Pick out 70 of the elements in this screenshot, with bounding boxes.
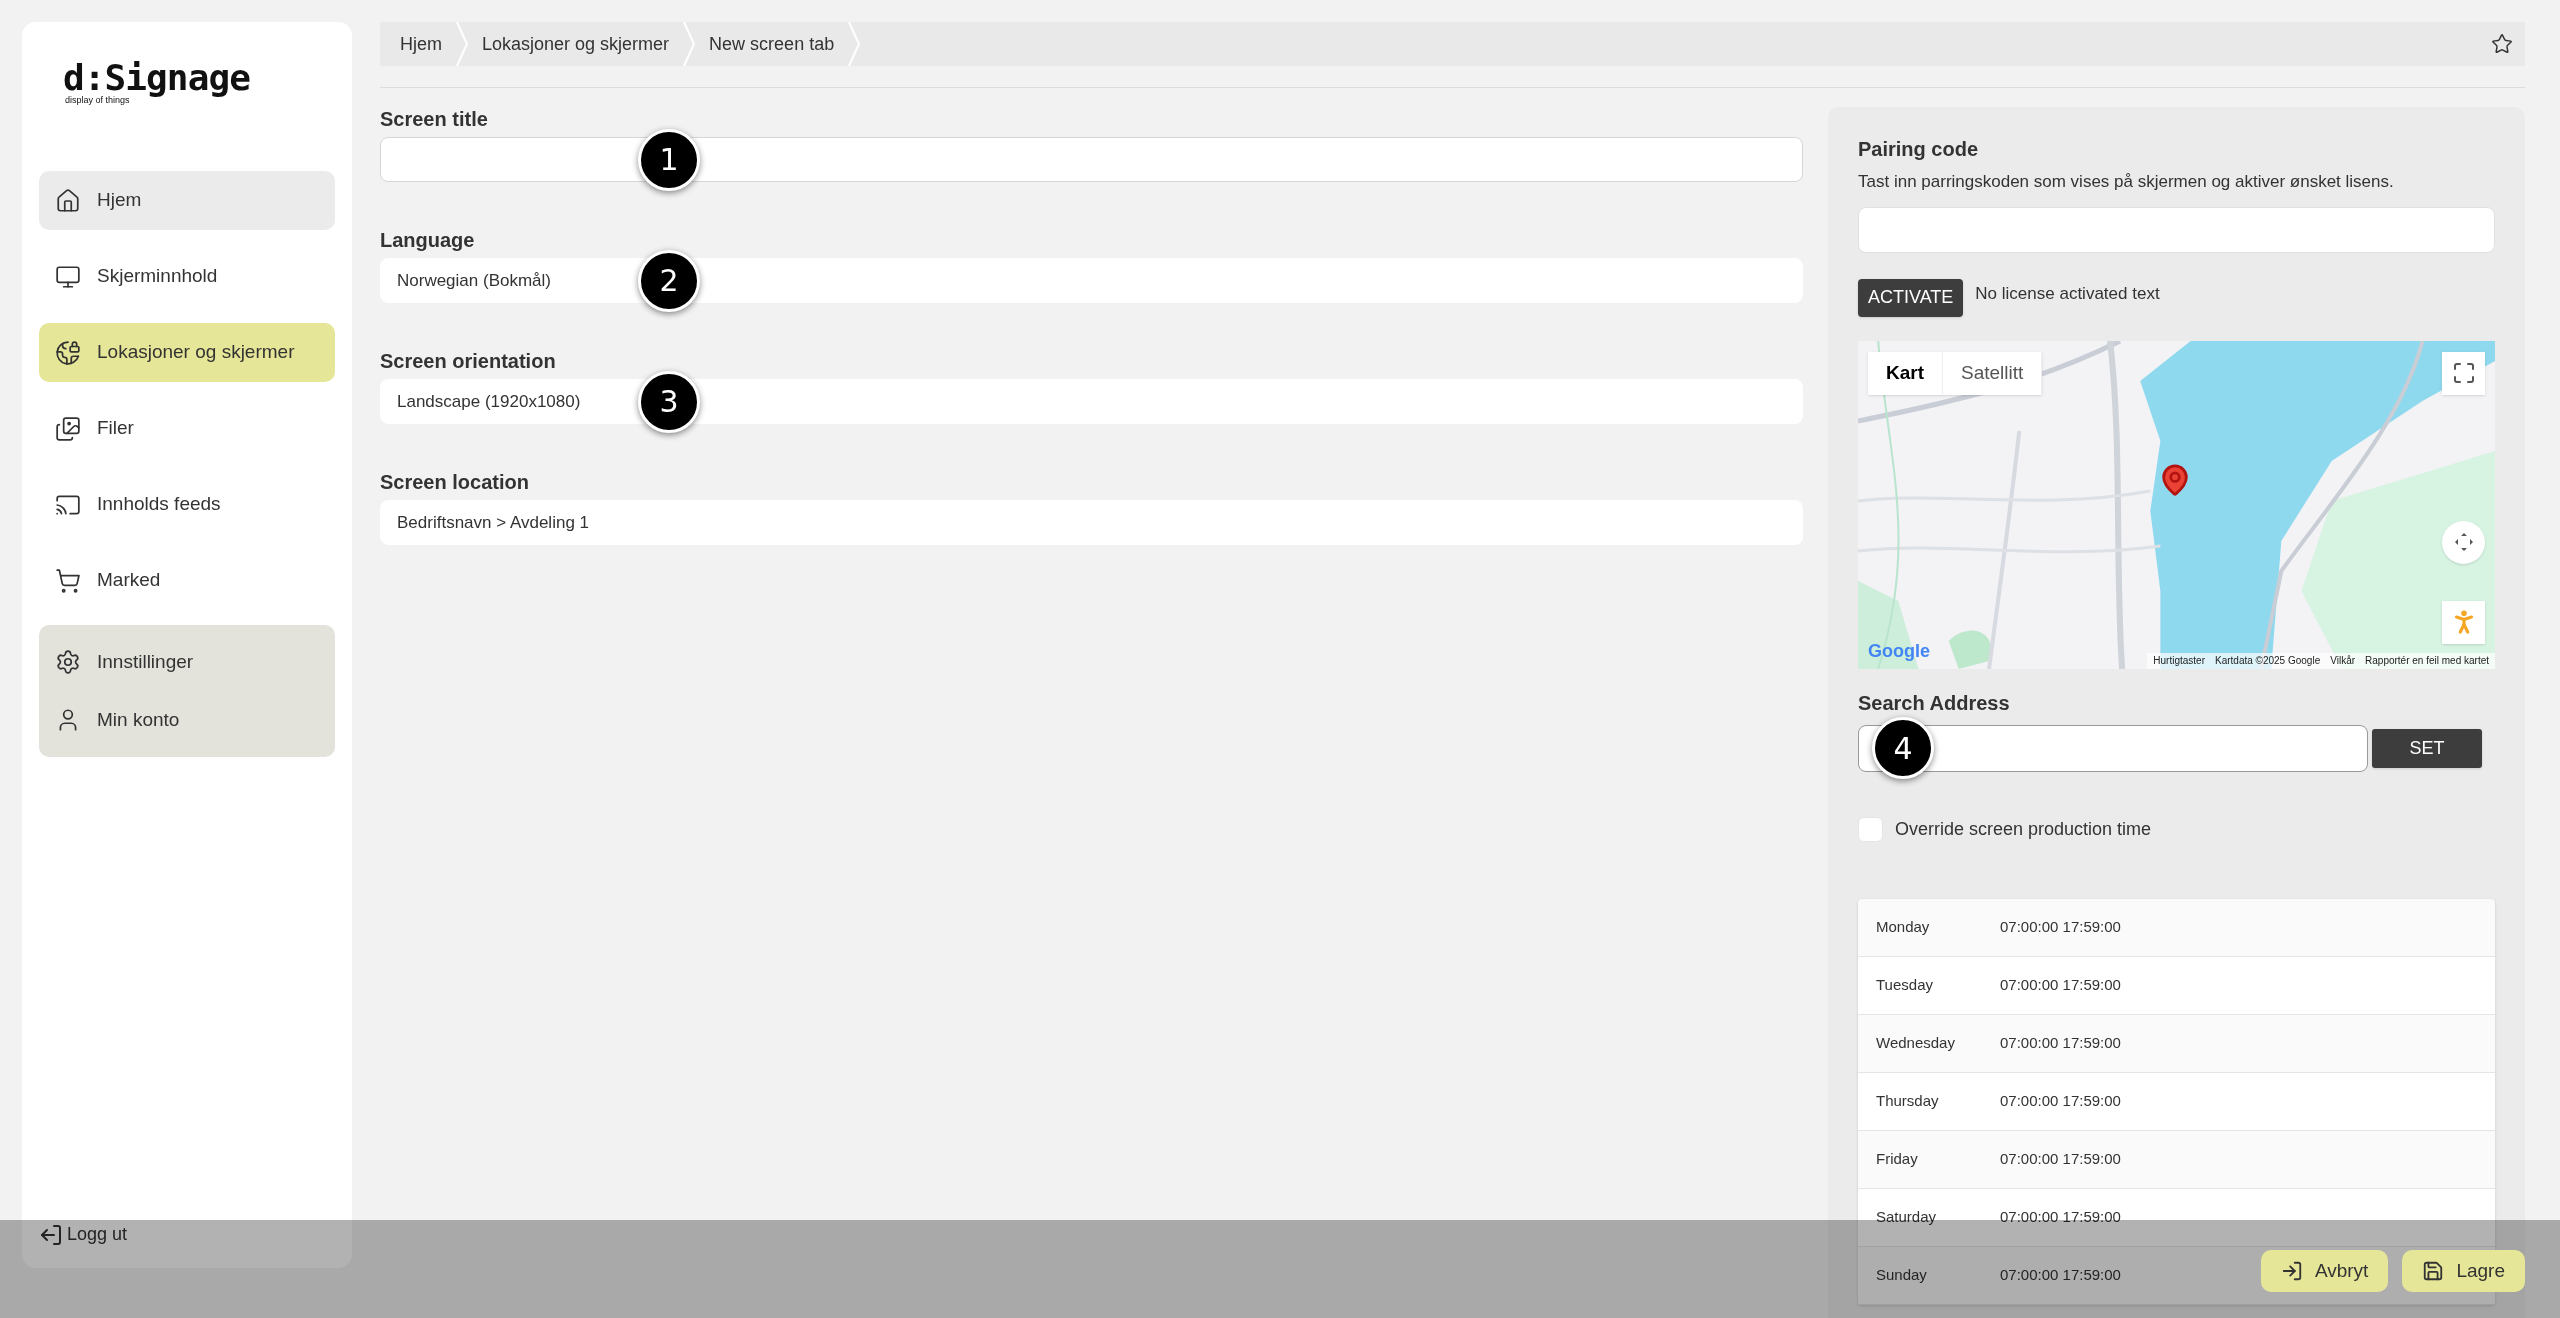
pairing-code-field[interactable]: [1858, 206, 2495, 253]
field-label: Screen location: [380, 470, 530, 494]
license-status: No license activated text: [1975, 282, 2160, 305]
breadcrumb-link[interactable]: New screen tab: [707, 30, 837, 58]
hours-cell-text: 07:00:00 17:59:00: [2000, 916, 2121, 937]
footer-button[interactable]: Lagre: [2402, 1250, 2525, 1292]
activate-button[interactable]: ACTIVATE: [1858, 278, 1964, 317]
step-marker: 1: [638, 128, 700, 191]
breadcrumb-link[interactable]: Hjem: [398, 30, 444, 58]
nav-item[interactable]: Filer: [39, 399, 335, 458]
fullscreen-icon: [2451, 361, 2476, 385]
field-label: Screen orientation: [380, 349, 557, 373]
hours-cell-text: 07:00:00 17:59:00: [2000, 1148, 2121, 1169]
input-field[interactable]: [380, 137, 1803, 182]
step-marker: 2: [638, 249, 700, 312]
hours-cell-text: 07:00:00 17:59:00: [2000, 1264, 2121, 1285]
field-label: Language: [380, 228, 476, 252]
logo-tagline: display of things: [65, 96, 130, 105]
star-icon[interactable]: [2491, 33, 2513, 55]
day-cell-text: Thursday: [1876, 1090, 1940, 1111]
day-cell-text: Sunday: [1876, 1264, 1928, 1285]
nav-item[interactable]: Min konto: [39, 691, 335, 749]
input-field[interactable]: Bedriftsnavn > Avdeling 1: [380, 500, 1803, 545]
field-label: Screen title: [380, 107, 489, 131]
section-title: Search Address: [1858, 690, 2011, 715]
footer-button[interactable]: Avbryt: [2260, 1250, 2389, 1292]
save-icon: [2422, 1260, 2445, 1282]
home-icon: [55, 187, 81, 214]
set-button[interactable]: SET: [2372, 728, 2482, 768]
address-field[interactable]: [1858, 724, 2368, 772]
day-cell-text: Saturday: [1876, 1206, 1938, 1227]
map-attribution-link[interactable]: Rapportér en feil med kartet: [2365, 653, 2489, 668]
step-marker: 3: [638, 370, 700, 433]
nav-item[interactable]: Marked: [39, 551, 335, 610]
map-attribution-link[interactable]: Vilkår: [2330, 653, 2356, 668]
nav-item[interactable]: Lokasjoner og skjermer: [39, 323, 335, 382]
fullscreen-button[interactable]: [2442, 351, 2485, 395]
map-logo: Google: [1868, 639, 1930, 663]
map-type-tab[interactable]: Kart: [1868, 351, 1943, 395]
logout-icon: [39, 1222, 63, 1247]
checkbox-label: Override screen production time: [1895, 817, 2152, 841]
images-icon: [55, 415, 81, 442]
exit-icon: [2280, 1260, 2303, 1282]
map-type-tab[interactable]: Satellitt: [1943, 351, 2043, 395]
monitor-icon: [55, 263, 81, 290]
map-attribution-link[interactable]: Kartdata ©2025 Google: [2215, 653, 2321, 668]
settings-icon: [55, 649, 81, 675]
nav-item[interactable]: Skjerminnhold: [39, 247, 335, 306]
nav-item[interactable]: Innstillinger: [39, 633, 335, 691]
day-cell-text: Tuesday: [1876, 974, 1934, 995]
day-cell-text: Wednesday: [1876, 1032, 1956, 1053]
checkbox[interactable]: [1858, 816, 1883, 842]
map[interactable]: Kart Satellitt Google Hurtigtaster Kartdata ©2025 Google Vilkår Rapportér en feil med kartet: [1858, 340, 2495, 669]
description: Tast inn parringskoden som vises på skjermen og aktiver ønsket lisens.: [1858, 171, 2395, 193]
hours-cell-text: 07:00:00 17:59:00: [2000, 1032, 2121, 1053]
nav-item[interactable]: Hjem: [39, 171, 335, 230]
logout-button[interactable]: Logg ut: [39, 1221, 128, 1248]
map-attribution-link[interactable]: Hurtigtaster: [2153, 653, 2205, 668]
step-marker: 4: [1872, 717, 1934, 779]
hours-cell-text: 07:00:00 17:59:00: [2000, 1090, 2121, 1111]
nav-item[interactable]: Innholds feeds: [39, 475, 335, 534]
globe-icon: [55, 339, 81, 366]
section-title: Pairing code: [1858, 137, 1980, 161]
day-cell-text: Monday: [1876, 916, 1931, 937]
breadcrumb-link[interactable]: Lokasjoner og skjermer: [480, 30, 672, 58]
day-cell-text: Friday: [1876, 1148, 1919, 1169]
cart-icon: [55, 567, 81, 594]
hours-cell-text: 07:00:00 17:59:00: [2000, 974, 2121, 995]
hours-cell-text: 07:00:00 17:59:00: [2000, 1206, 2121, 1227]
logo: d:Signage: [63, 60, 251, 96]
